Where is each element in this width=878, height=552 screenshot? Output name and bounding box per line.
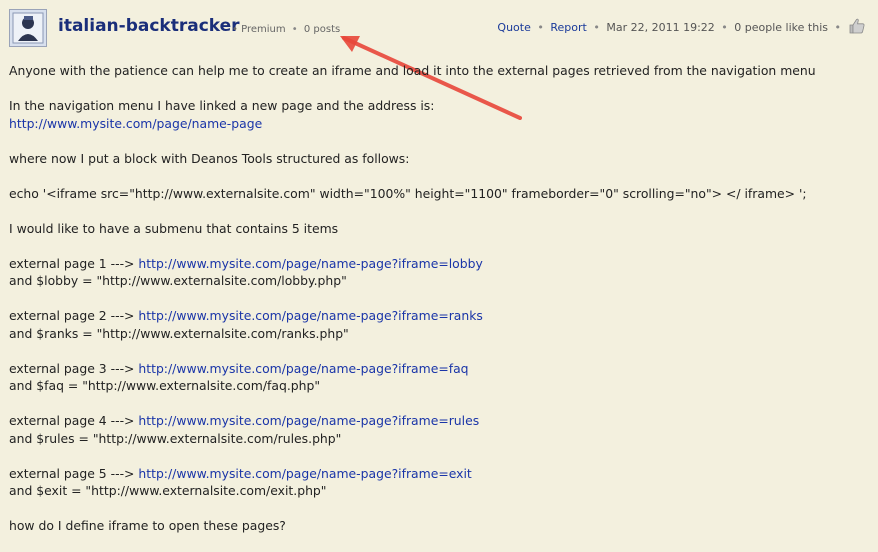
- post-body: Anyone with the patience can help me to …: [9, 62, 869, 552]
- post-actions: Quote • Report • Mar 22, 2011 19:22 • 0 …: [497, 21, 844, 34]
- submenu-text: I would like to have a submenu that cont…: [9, 220, 339, 236]
- action-separator: •: [593, 21, 600, 34]
- avatar-image: [10, 10, 46, 46]
- item-link[interactable]: http://www.mysite.com/page/name-page?ifr…: [138, 466, 471, 481]
- item-var-line: and $lobby = "http://www.externalsite.co…: [9, 273, 347, 288]
- nav-text: In the navigation menu I have linked a n…: [9, 98, 435, 113]
- item-label: external page 1 --->: [9, 255, 139, 271]
- list-item: external page 3 ---> http://www.mysite.c…: [9, 360, 869, 395]
- user-meta: • Premium • 0 posts: [232, 24, 340, 35]
- meta-separator: •: [291, 24, 298, 35]
- list-item: external page 4 ---> http://www.mysite.c…: [9, 412, 869, 447]
- post-intro: Anyone with the patience can help me to …: [9, 63, 816, 78]
- item-link[interactable]: http://www.mysite.com/page/name-page?ifr…: [138, 413, 479, 428]
- nav-paragraph: In the navigation menu I have linked a n…: [9, 97, 869, 132]
- list-item: external page 2 ---> http://www.mysite.c…: [9, 307, 869, 342]
- item-link[interactable]: http://www.mysite.com/page/name-page?ifr…: [138, 256, 482, 271]
- thumbs-up-icon[interactable]: [848, 17, 866, 35]
- item-var-line: and $faq = "http://www.externalsite.com/…: [9, 378, 321, 393]
- list-item: external page 1 ---> http://www.mysite.c…: [9, 255, 869, 290]
- item-var-line: and $rules = "http://www.externalsite.co…: [9, 430, 342, 446]
- item-label: external page 2 --->: [9, 308, 139, 323]
- report-link[interactable]: Report: [550, 21, 586, 34]
- nav-link[interactable]: http://www.mysite.com/page/name-page: [9, 116, 262, 131]
- user-avatar[interactable]: [9, 9, 47, 47]
- username-link[interactable]: italian-backtracker: [58, 16, 240, 36]
- action-separator: •: [537, 21, 544, 34]
- item-link[interactable]: http://www.mysite.com/page/name-page?ifr…: [138, 308, 483, 323]
- item-label: external page 4 --->: [9, 413, 139, 428]
- item-var-line: and $exit = "http://www.externalsite.com…: [9, 483, 327, 498]
- item-label: external page 3 --->: [9, 360, 139, 376]
- block-text: where now I put a block with Deanos Tool…: [9, 150, 410, 166]
- list-item: external page 5 ---> http://www.mysite.c…: [9, 465, 869, 500]
- item-label: external page 5 --->: [9, 465, 139, 481]
- like-count: 0 people like this: [734, 21, 828, 34]
- user-rank: Premium: [241, 24, 286, 35]
- action-separator: •: [834, 21, 842, 34]
- post-date: Mar 22, 2011 19:22: [606, 21, 715, 34]
- post-question: how do I define iframe to open these pag…: [9, 518, 286, 533]
- meta-separator: •: [232, 24, 238, 35]
- action-separator: •: [721, 21, 728, 34]
- item-var-line: and $ranks = "http://www.externalsite.co…: [9, 325, 349, 341]
- code-line: echo '<iframe src="http://www.externalsi…: [9, 185, 807, 201]
- item-link[interactable]: http://www.mysite.com/page/name-page?ifr…: [138, 361, 468, 376]
